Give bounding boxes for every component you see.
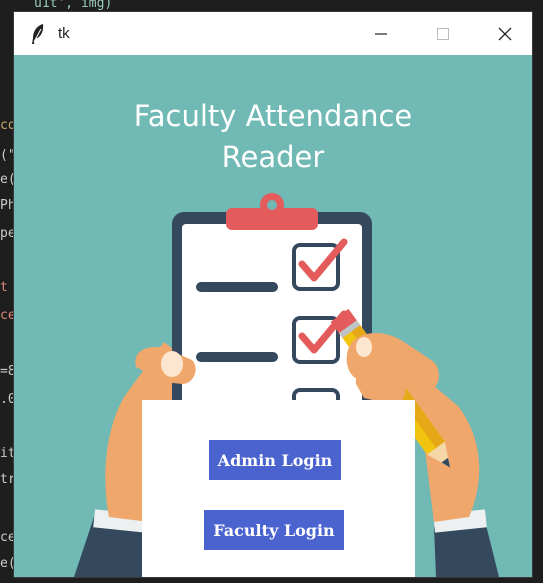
login-panel: Admin Login Faculty Login (142, 400, 415, 577)
faculty-login-button[interactable]: Faculty Login (204, 510, 344, 550)
code-fragment: t (0, 280, 8, 295)
app-window: tk Faculty Attendance Reader Admin Login… (14, 12, 532, 577)
list-line (196, 282, 278, 292)
page-title: Faculty Attendance Reader (14, 96, 532, 178)
admin-login-button[interactable]: Admin Login (209, 440, 341, 480)
title-line-2: Reader (221, 140, 325, 174)
title-line-1: Faculty Attendance (133, 99, 413, 133)
list-line (196, 352, 278, 362)
code-fragment: u1t', img) (34, 0, 113, 11)
